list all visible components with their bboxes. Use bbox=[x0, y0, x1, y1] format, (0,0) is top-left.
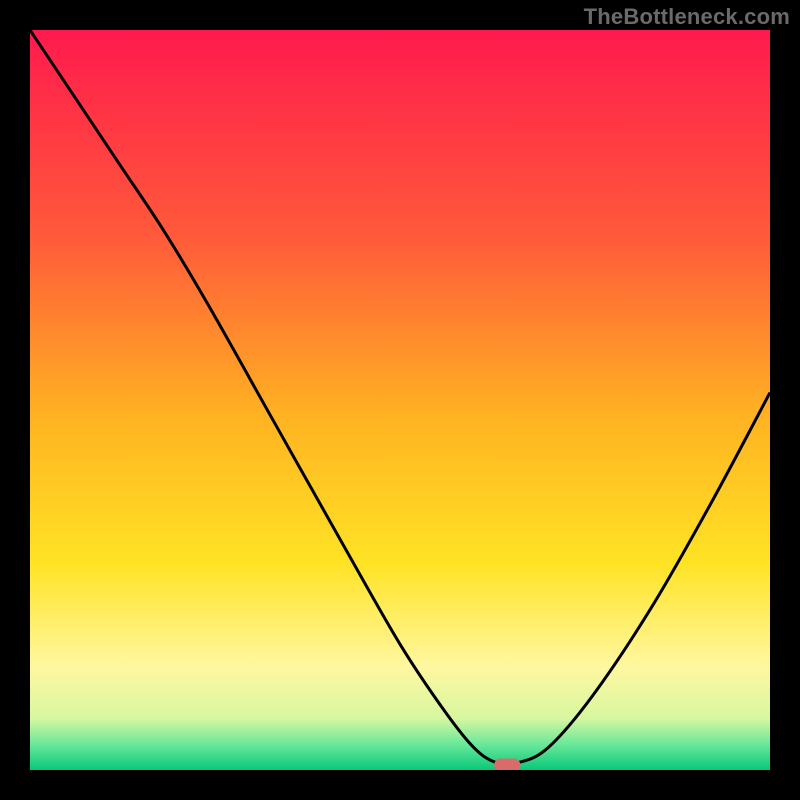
chart-container: TheBottleneck.com bbox=[0, 0, 800, 800]
gradient-background bbox=[30, 30, 770, 770]
optimal-marker bbox=[494, 759, 520, 770]
bottleneck-chart-svg bbox=[30, 30, 770, 770]
plot-area bbox=[30, 30, 770, 770]
attribution-text: TheBottleneck.com bbox=[584, 4, 790, 30]
